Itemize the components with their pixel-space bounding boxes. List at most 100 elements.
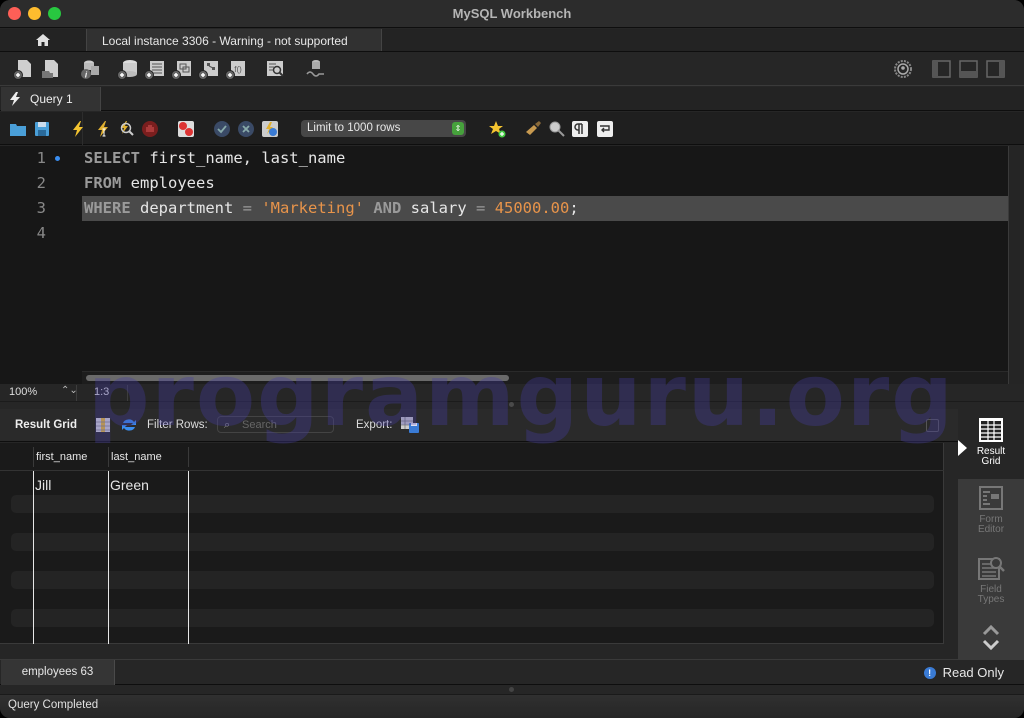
stop-button[interactable] [141, 120, 159, 138]
column-divider [108, 471, 109, 644]
main-toolbar: i f() [0, 53, 1024, 86]
reconnect-dbms-button[interactable] [304, 58, 326, 80]
result-toolbar: Result Grid Filter Rows: ⌕ Search Export… [0, 409, 958, 442]
grid-layout-button[interactable] [96, 417, 112, 433]
read-only-indicator: ! Read Only [923, 665, 1004, 680]
connection-tab[interactable]: Local instance 3306 - Warning - not supp… [86, 29, 382, 51]
create-table-button[interactable] [144, 58, 166, 80]
open-file-button[interactable] [9, 120, 27, 138]
chevron-up-down-icon [982, 624, 1000, 651]
invisible-chars-button[interactable] [571, 120, 589, 138]
find-button[interactable] [548, 120, 566, 138]
search-table-data-button[interactable] [264, 58, 286, 80]
code-token-op: = [242, 199, 252, 217]
code-token-id [252, 199, 261, 217]
side-item-label: Editor [977, 524, 1005, 535]
save-button[interactable] [33, 120, 51, 138]
horizontal-scroll-thumb[interactable] [86, 375, 509, 381]
code-line[interactable]: SELECT first_name, last_name [84, 146, 345, 171]
side-item-label: Grid [981, 456, 1001, 467]
lightning-icon [10, 92, 20, 106]
result-grid[interactable]: first_name last_name Jill Green [0, 443, 944, 644]
title-bar: MySQL Workbench [0, 0, 1024, 28]
line-number: 2 [36, 174, 46, 192]
toggle-sidebar-button[interactable] [931, 58, 953, 80]
explain-button[interactable] [117, 120, 135, 138]
toggle-output-button[interactable] [958, 58, 980, 80]
empty-row-stripe [11, 609, 934, 627]
create-function-button[interactable]: f() [225, 58, 247, 80]
grid-layout-icon [96, 418, 110, 432]
autocommit-button[interactable] [261, 120, 279, 138]
toggle-sidebar-icon [932, 60, 951, 78]
cursor-position: 1:3 [94, 386, 110, 398]
side-item-field-types[interactable]: Field Types [958, 555, 1024, 621]
home-icon [35, 34, 50, 46]
preferences-icon [894, 60, 912, 78]
toggle-secondary-sidebar-button[interactable] [985, 58, 1007, 80]
commit-button[interactable] [213, 120, 231, 138]
column-separator[interactable] [188, 447, 189, 467]
code-token-id: department [130, 199, 243, 217]
preferences-button[interactable] [892, 58, 914, 80]
create-view-button[interactable] [171, 58, 193, 80]
code-token-kw: AND [373, 199, 402, 217]
limit-rows-select[interactable]: Limit to 1000 rows ⇕ [301, 120, 466, 137]
code-token-id [364, 199, 373, 217]
cell-last-name[interactable]: Green [110, 477, 149, 493]
create-view-icon [171, 61, 191, 80]
home-button[interactable] [0, 29, 85, 51]
add-snippet-button[interactable] [488, 120, 506, 138]
column-separator[interactable] [108, 447, 109, 467]
execute-icon [73, 121, 83, 137]
column-header-first-name[interactable]: first_name [36, 451, 87, 463]
word-wrap-button[interactable] [596, 120, 614, 138]
query-tab[interactable]: Query 1 [1, 87, 101, 111]
schema-inspector-button[interactable]: i [79, 58, 101, 80]
open-sql-script-button[interactable] [40, 58, 62, 80]
toggle-error-stop-button[interactable] [177, 120, 195, 138]
side-item-form-editor[interactable]: Form Editor [958, 485, 1024, 551]
execute-current-statement-button[interactable] [94, 120, 112, 138]
new-sql-tab-button[interactable] [13, 58, 35, 80]
search-icon: ⌕ [224, 419, 231, 431]
beautify-button[interactable] [524, 120, 542, 138]
code-token-kw: WHERE [84, 199, 131, 217]
create-table-icon [144, 61, 164, 80]
side-panel-scroll-button[interactable] [958, 623, 1024, 657]
toggle-secondary-sidebar-icon [986, 60, 1005, 78]
refresh-button[interactable] [121, 417, 137, 433]
new-sql-tab-icon [13, 60, 31, 80]
editor-horizontal-scrollbar[interactable] [82, 371, 1008, 384]
table-row[interactable]: Jill Green [0, 476, 944, 494]
column-divider [188, 471, 189, 644]
create-procedure-button[interactable] [198, 58, 220, 80]
side-item-result-grid[interactable]: Result Grid [958, 409, 1024, 479]
export-button[interactable] [401, 417, 419, 433]
word-wrap-icon [597, 121, 613, 137]
cell-first-name[interactable]: Jill [35, 477, 51, 493]
empty-row-stripe [11, 533, 934, 551]
rollback-button[interactable] [237, 120, 255, 138]
toggle-result-panel-button[interactable] [926, 419, 939, 432]
code-line[interactable]: FROM employees [84, 171, 215, 196]
create-procedure-icon [198, 61, 218, 80]
zoom-level[interactable]: 100% [9, 386, 37, 398]
sql-editor[interactable]: 1 SELECT first_name, last_name 2 FROM emplo… [0, 146, 1008, 384]
editor-vertical-scrollbar[interactable] [1008, 146, 1024, 384]
open-file-icon [10, 124, 26, 136]
create-schema-button[interactable] [117, 58, 139, 80]
side-item-label: Types [977, 594, 1005, 605]
window-title: MySQL Workbench [452, 6, 572, 21]
result-tab-employees[interactable]: employees 63 [1, 660, 115, 685]
bottom-splitter-handle[interactable] [509, 687, 514, 692]
filter-rows-search-input[interactable]: ⌕ Search [217, 416, 334, 433]
line-number: 4 [36, 224, 46, 242]
empty-row-stripe [11, 571, 934, 589]
execute-button[interactable] [69, 120, 87, 138]
panel-splitter-handle[interactable] [509, 402, 514, 407]
add-snippet-icon [489, 121, 506, 138]
column-header-last-name[interactable]: last_name [111, 451, 162, 463]
toggle-error-stop-icon [178, 121, 194, 137]
code-line[interactable]: WHERE department = 'Marketing' AND salar… [84, 196, 579, 221]
